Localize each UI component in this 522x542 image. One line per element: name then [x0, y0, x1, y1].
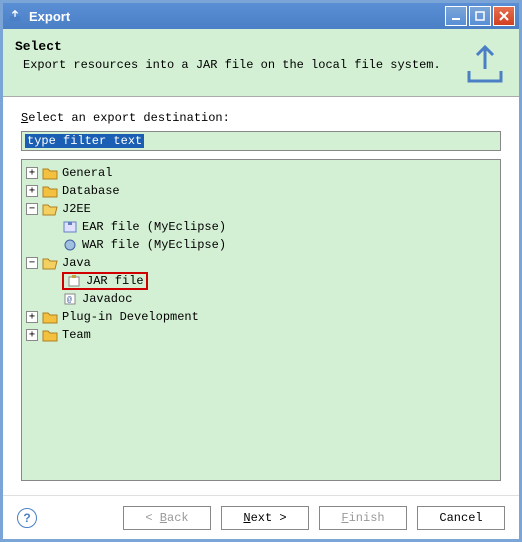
folder-open-icon [42, 256, 58, 270]
export-icon [463, 41, 507, 85]
next-button[interactable]: Next > [221, 506, 309, 530]
help-button[interactable]: ? [17, 508, 37, 528]
titlebar-title: Export [29, 9, 445, 24]
folder-icon [42, 310, 58, 324]
archive-icon [62, 220, 78, 234]
wizard-title: Select [15, 39, 507, 54]
folder-icon [42, 166, 58, 180]
destination-label: Select an export destination: [21, 111, 501, 125]
cancel-button[interactable]: Cancel [417, 506, 505, 530]
jar-file-label: JAR file [86, 274, 144, 288]
tree-item-general[interactable]: + General [26, 164, 496, 182]
expand-icon[interactable]: + [26, 167, 38, 179]
tree-item-jar[interactable]: JAR file [26, 272, 496, 290]
export-dialog: Export Select Export resources into a JA… [0, 0, 522, 542]
expand-icon[interactable]: + [26, 311, 38, 323]
tree-item-team[interactable]: + Team [26, 326, 496, 344]
filter-input[interactable] [21, 131, 501, 151]
export-tree[interactable]: + General + Database − J2EE EAR file (My… [21, 159, 501, 481]
folder-open-icon [42, 202, 58, 216]
folder-icon [42, 328, 58, 342]
collapse-icon[interactable]: − [26, 257, 38, 269]
wizard-description: Export resources into a JAR file on the … [15, 58, 507, 72]
collapse-icon[interactable]: − [26, 203, 38, 215]
javadoc-icon: @ [62, 292, 78, 306]
button-bar: ? < Back Next > Finish Cancel [3, 495, 519, 539]
tree-item-war[interactable]: WAR file (MyEclipse) [26, 236, 496, 254]
svg-text:@: @ [67, 296, 72, 305]
close-button[interactable] [493, 6, 515, 26]
jar-icon [66, 274, 82, 288]
wizard-header: Select Export resources into a JAR file … [3, 29, 519, 97]
tree-item-j2ee[interactable]: − J2EE [26, 200, 496, 218]
expand-icon[interactable]: + [26, 329, 38, 341]
tree-item-plugin[interactable]: + Plug-in Development [26, 308, 496, 326]
folder-icon [42, 184, 58, 198]
tree-item-java[interactable]: − Java [26, 254, 496, 272]
export-app-icon [7, 8, 23, 24]
titlebar[interactable]: Export [3, 3, 519, 29]
finish-button[interactable]: Finish [319, 506, 407, 530]
archive-icon [62, 238, 78, 252]
minimize-button[interactable] [445, 6, 467, 26]
tree-item-database[interactable]: + Database [26, 182, 496, 200]
maximize-button[interactable] [469, 6, 491, 26]
tree-item-ear[interactable]: EAR file (MyEclipse) [26, 218, 496, 236]
back-button[interactable]: < Back [123, 506, 211, 530]
tree-item-javadoc[interactable]: @ Javadoc [26, 290, 496, 308]
expand-icon[interactable]: + [26, 185, 38, 197]
